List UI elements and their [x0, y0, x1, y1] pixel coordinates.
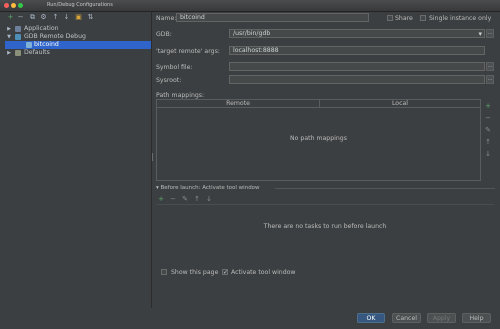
tree-item-label: GDB Remote Debug [24, 33, 86, 40]
single-instance-label: Single instance only [429, 15, 492, 22]
window-title: Run/Debug Configurations [47, 2, 113, 8]
tree-item-label: Application [24, 25, 59, 32]
add-mapping-icon[interactable]: + [484, 102, 492, 110]
gdb-remote-icon [15, 34, 21, 40]
symbol-file-label: Symbol file: [156, 64, 193, 71]
configurations-sidebar: + − ⧉ ⚙ ↑ ↓ ▣ ⇅ ▶ Application ▼ GDB Remo… [5, 12, 152, 308]
move-up-icon[interactable]: ↑ [484, 138, 492, 146]
defaults-icon [15, 50, 21, 56]
minimize-window-button[interactable] [11, 3, 16, 8]
symbol-file-browse-button[interactable]: ... [486, 62, 494, 71]
remove-task-icon[interactable]: − [169, 195, 177, 203]
before-launch-label[interactable]: ▾ Before launch: Activate tool window [156, 185, 260, 191]
sysroot-input[interactable] [229, 75, 485, 84]
target-remote-label: 'target remote' args: [156, 48, 220, 55]
move-up-icon[interactable]: ↑ [52, 14, 59, 21]
symbol-file-input[interactable] [229, 62, 485, 71]
gdb-label: GDB: [156, 31, 172, 38]
name-input[interactable]: bitcoind [176, 13, 369, 22]
path-mappings-table: Remote Local No path mappings [156, 99, 481, 181]
activate-tool-window-checkbox[interactable]: ✓ [222, 269, 228, 276]
gdb-select[interactable]: /usr/bin/gdb ▾ [229, 29, 485, 38]
share-checkbox[interactable] [387, 15, 393, 21]
tree-item-label: Defaults [24, 49, 50, 56]
apply-button[interactable]: Apply [427, 313, 456, 323]
edit-task-icon[interactable]: ✎ [181, 195, 189, 203]
add-icon[interactable]: + [7, 14, 14, 21]
tree-item-label: bitcoind [34, 41, 59, 48]
gdb-config-icon [26, 42, 32, 48]
no-tasks-text: There are no tasks to run before launch [263, 223, 387, 230]
remove-icon[interactable]: − [17, 14, 24, 21]
sysroot-label: Sysroot: [156, 77, 182, 84]
no-path-mappings-text: No path mappings [290, 135, 347, 142]
show-this-page-label: Show this page [171, 269, 219, 276]
close-window-button[interactable] [4, 3, 9, 8]
tree-item-bitcoind[interactable]: bitcoind [5, 41, 151, 49]
edit-mapping-icon[interactable]: ✎ [484, 126, 492, 134]
remote-column-header[interactable]: Remote [157, 100, 320, 108]
before-launch-title: Before launch: Activate tool window [160, 185, 260, 191]
gdb-select-value: /usr/bin/gdb [233, 30, 271, 37]
sidebar-toolbar: + − ⧉ ⚙ ↑ ↓ ▣ ⇅ [5, 12, 151, 23]
configuration-form: Name: bitcoind Share Single instance onl… [153, 12, 500, 312]
move-task-up-icon[interactable]: ↑ [193, 195, 201, 203]
title-bar: Run/Debug Configurations [0, 0, 500, 12]
tree-item-defaults[interactable]: ▶ Defaults [5, 49, 151, 57]
single-instance-checkbox[interactable] [420, 15, 426, 21]
collapsed-arrow-icon[interactable]: ▶ [6, 49, 12, 57]
gdb-browse-button[interactable]: ... [486, 29, 494, 38]
before-launch-divider [275, 188, 495, 189]
target-remote-input[interactable]: localhost:8888 [229, 46, 485, 55]
cancel-button[interactable]: Cancel [392, 313, 421, 323]
tree-item-application[interactable]: ▶ Application [5, 25, 151, 33]
help-button[interactable]: Help [462, 313, 491, 323]
add-task-icon[interactable]: + [157, 195, 165, 203]
tree-item-gdb-remote-debug[interactable]: ▼ GDB Remote Debug [5, 33, 151, 41]
name-label: Name: [156, 15, 177, 22]
remove-mapping-icon[interactable]: − [484, 114, 492, 122]
expanded-arrow-icon[interactable]: ▼ [6, 33, 12, 41]
sort-icon[interactable]: ⇅ [87, 14, 94, 21]
chevron-down-icon[interactable]: ▾ [478, 30, 482, 37]
collapsed-arrow-icon[interactable]: ▶ [6, 25, 12, 33]
dialog-window: Run/Debug Configurations + − ⧉ ⚙ ↑ ↓ ▣ ⇅… [0, 0, 500, 329]
sysroot-browse-button[interactable]: ... [486, 75, 494, 84]
show-this-page-checkbox[interactable] [161, 269, 167, 275]
move-task-down-icon[interactable]: ↓ [205, 195, 213, 203]
move-down-icon[interactable]: ↓ [484, 150, 492, 158]
copy-icon[interactable]: ⧉ [29, 14, 36, 21]
activate-tool-window-label: Activate tool window [231, 269, 296, 276]
folder-icon[interactable]: ▣ [75, 14, 82, 21]
move-down-icon[interactable]: ↓ [63, 14, 70, 21]
settings-icon[interactable]: ⚙ [40, 14, 47, 21]
share-label: Share [395, 15, 413, 22]
zoom-window-button[interactable] [18, 3, 23, 8]
path-mappings-label: Path mappings: [156, 92, 205, 99]
application-icon [15, 26, 21, 32]
tasks-divider [156, 204, 494, 205]
local-column-header[interactable]: Local [320, 100, 480, 108]
ok-button[interactable]: OK [357, 313, 385, 323]
